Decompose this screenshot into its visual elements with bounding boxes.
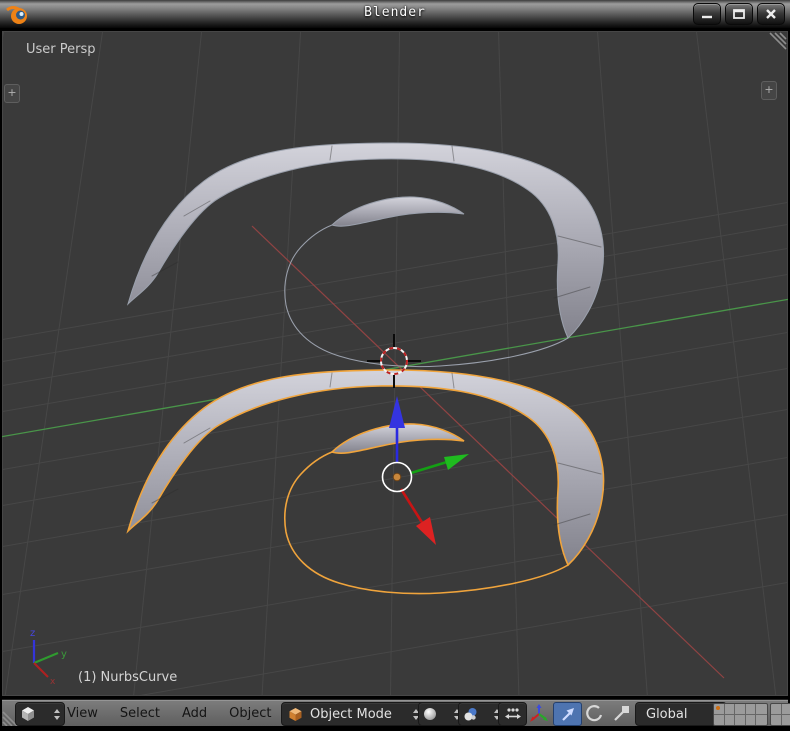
layer-active-dot bbox=[716, 706, 720, 710]
menu-object[interactable]: Object bbox=[218, 706, 282, 721]
layer-cell[interactable] bbox=[756, 715, 767, 726]
layer-cell[interactable] bbox=[756, 704, 767, 715]
rotate-manipulator-button[interactable] bbox=[581, 702, 607, 724]
editor-3dview-cube-icon bbox=[20, 706, 36, 722]
manipulator-x-arrow[interactable] bbox=[416, 517, 436, 545]
view-mode-label: User Persp bbox=[26, 42, 96, 57]
scale-manipulator-button[interactable] bbox=[608, 702, 634, 724]
blender-window: { "titlebar": { "title": "Blender" }, "v… bbox=[0, 0, 790, 731]
object-info-label: (1) NurbsCurve bbox=[78, 670, 177, 685]
translate-manipulator-button[interactable] bbox=[553, 702, 582, 726]
layer-cell[interactable] bbox=[782, 704, 790, 715]
object-mode-cube-icon bbox=[288, 707, 303, 722]
menu-view[interactable]: View bbox=[56, 706, 109, 721]
manipulator-toggle[interactable] bbox=[526, 702, 552, 724]
mode-dropdown-label: Object Mode bbox=[310, 707, 392, 722]
layer-cell[interactable] bbox=[725, 715, 736, 726]
layer-buttons-group-2 bbox=[770, 703, 790, 726]
layer-cell[interactable] bbox=[735, 715, 746, 726]
layer-cell[interactable] bbox=[735, 704, 746, 715]
x-axis-line bbox=[252, 226, 724, 678]
layer-cell[interactable] bbox=[746, 715, 757, 726]
layer-cell[interactable] bbox=[782, 715, 790, 726]
translate-arrow-icon bbox=[559, 705, 577, 723]
pivot-point-icon bbox=[463, 707, 478, 722]
gizmo-z-label: z bbox=[30, 628, 35, 639]
shading-sphere-icon bbox=[423, 707, 437, 721]
center-points-icon bbox=[504, 706, 522, 722]
gizmo-y-label: y bbox=[61, 649, 67, 660]
layer-cell[interactable] bbox=[771, 704, 782, 715]
layer-cell[interactable] bbox=[725, 704, 736, 715]
properties-expand-button[interactable]: + bbox=[761, 81, 777, 100]
manipulator-z-arrow[interactable] bbox=[389, 396, 405, 428]
scale-square-icon bbox=[612, 704, 630, 722]
menu-add[interactable]: Add bbox=[171, 706, 218, 721]
mode-dropdown[interactable]: Object Mode bbox=[281, 702, 426, 726]
manipulator-y-shaft[interactable] bbox=[411, 462, 447, 473]
transform-manipulator bbox=[383, 396, 470, 545]
viewport-header: View Select Add Object Object Mode bbox=[2, 699, 788, 726]
rotate-arc-icon bbox=[585, 704, 603, 722]
orientation-dropdown-label: Global bbox=[646, 707, 687, 722]
manipulator-axes-icon bbox=[529, 704, 549, 723]
object-origin-dot bbox=[393, 473, 401, 481]
axis-orientation-gizmo: z y x bbox=[30, 628, 67, 687]
layer-cell[interactable] bbox=[771, 715, 782, 726]
header-menus: View Select Add Object bbox=[56, 700, 282, 726]
nurbs-surface-unselected[interactable] bbox=[128, 143, 604, 367]
layer-cell[interactable] bbox=[714, 704, 725, 715]
3d-scene[interactable]: z y x bbox=[0, 0, 790, 731]
toolshelf-expand-button[interactable]: + bbox=[4, 84, 20, 103]
gizmo-x-label: x bbox=[50, 677, 56, 687]
center-points-toggle[interactable] bbox=[498, 702, 527, 726]
menu-select[interactable]: Select bbox=[109, 706, 171, 721]
layer-cell[interactable] bbox=[746, 704, 757, 715]
layer-buttons-group-1 bbox=[713, 703, 768, 726]
area-resize-grip-topright[interactable] bbox=[770, 33, 786, 49]
layer-cell[interactable] bbox=[714, 715, 725, 726]
manipulator-x-shaft[interactable] bbox=[401, 489, 423, 524]
